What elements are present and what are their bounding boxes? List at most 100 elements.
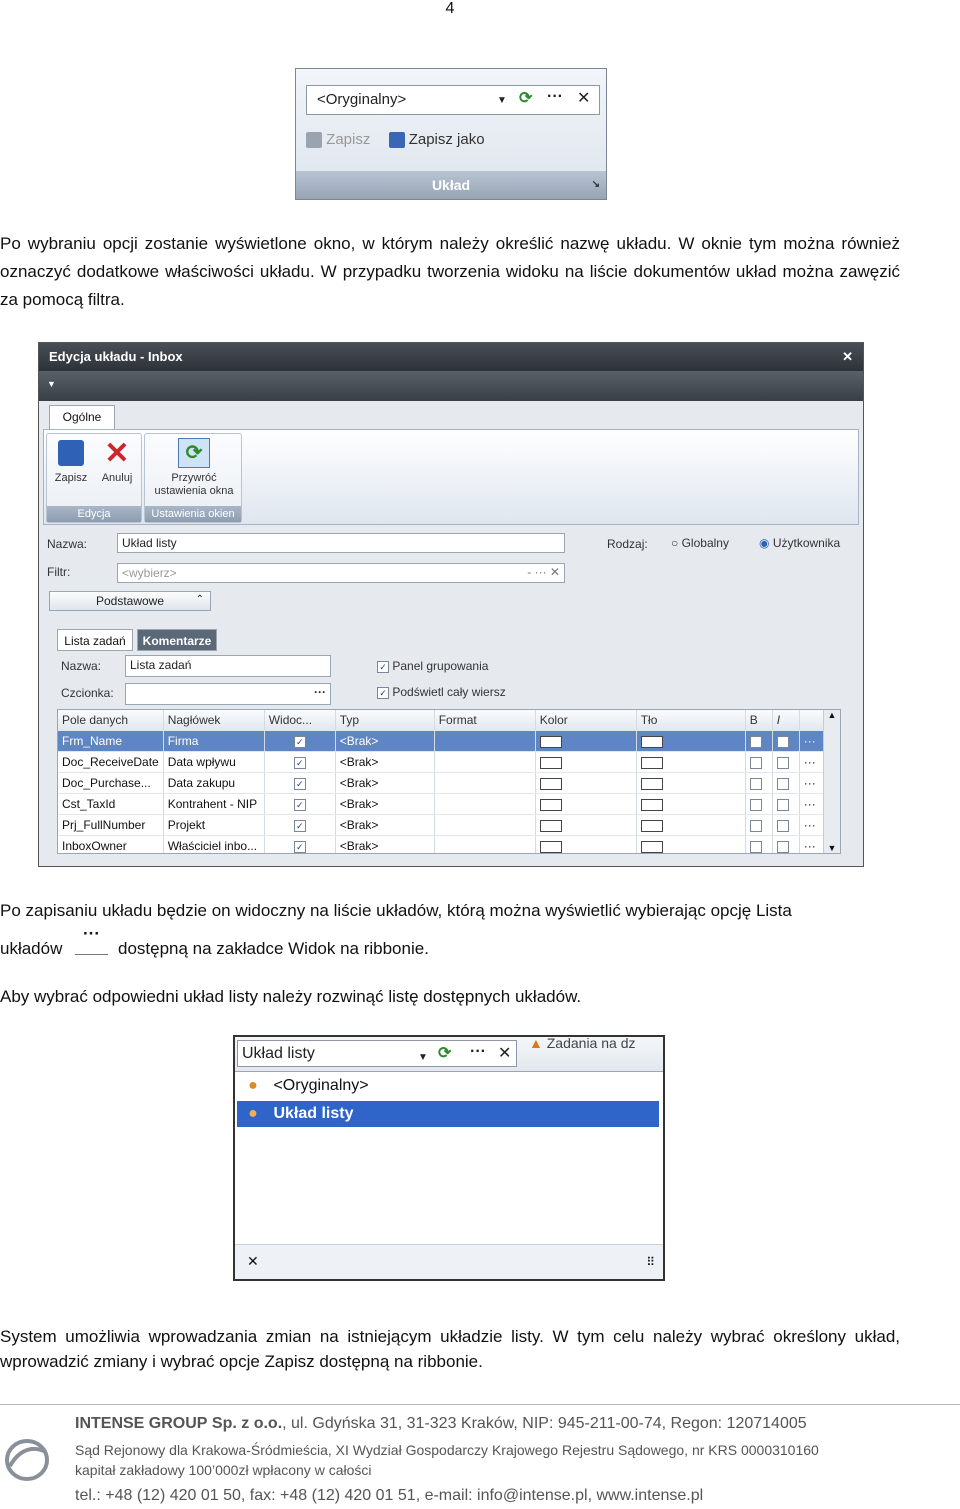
cell-type[interactable]: <Brak> xyxy=(335,835,435,853)
filter-actions-icon[interactable]: - ··· ✕ xyxy=(527,565,560,579)
cell-type[interactable]: <Brak> xyxy=(335,730,435,752)
col-header[interactable]: Widoc... xyxy=(264,710,336,731)
cell-format[interactable] xyxy=(434,772,536,794)
cell-background[interactable] xyxy=(636,793,746,815)
cell-more[interactable]: ··· xyxy=(799,751,825,773)
cell-background[interactable] xyxy=(636,730,746,752)
col-header[interactable]: Nagłówek xyxy=(163,710,265,731)
cell-bold[interactable] xyxy=(745,730,773,752)
close-icon[interactable]: ✕ xyxy=(247,1253,259,1270)
refresh-icon[interactable]: ⟳ xyxy=(438,1046,451,1062)
table-row[interactable]: Doc_Purchase... Data zakupu ✓ <Brak> ··· xyxy=(58,772,825,794)
col-header[interactable]: Format xyxy=(434,710,536,731)
cell-bold[interactable] xyxy=(745,814,773,836)
scroll-up-icon[interactable]: ▲ xyxy=(824,710,840,720)
cell-format[interactable] xyxy=(434,730,536,752)
more-icon[interactable]: ··· xyxy=(547,89,563,105)
cell-header[interactable]: Projekt xyxy=(163,814,265,836)
cell-color[interactable] xyxy=(535,793,637,815)
cell-color[interactable] xyxy=(535,835,637,853)
cell-header[interactable]: Kontrahent - NIP xyxy=(163,793,265,815)
cell-italic[interactable] xyxy=(772,793,800,815)
more-icon[interactable]: ··· xyxy=(470,1044,486,1060)
resize-grip-icon[interactable]: ⠿ xyxy=(646,1255,655,1269)
col-header[interactable]: B xyxy=(745,710,773,731)
subtab-comments[interactable]: Komentarze xyxy=(137,629,217,651)
cell-visible[interactable]: ✓ xyxy=(264,814,336,836)
cell-bold[interactable] xyxy=(745,793,773,815)
kind-user-radio[interactable]: ◉ Użytkownika xyxy=(759,536,840,550)
cell-visible[interactable]: ✓ xyxy=(264,730,336,752)
cell-italic[interactable] xyxy=(772,730,800,752)
cell-background[interactable] xyxy=(636,772,746,794)
cell-background[interactable] xyxy=(636,835,746,853)
filter-input[interactable]: <wybierz> - ··· ✕ xyxy=(117,563,565,583)
cell-format[interactable] xyxy=(434,814,536,836)
table-row[interactable]: Doc_ReceiveDate Data wpływu ✓ <Brak> ··· xyxy=(58,751,825,773)
cell-format[interactable] xyxy=(434,793,536,815)
cell-color[interactable] xyxy=(535,751,637,773)
cell-bold[interactable] xyxy=(745,772,773,794)
close-icon[interactable]: ✕ xyxy=(577,91,590,107)
cell-visible[interactable]: ✓ xyxy=(264,772,336,794)
scroll-down-icon[interactable]: ▼ xyxy=(824,843,840,853)
cell-type[interactable]: <Brak> xyxy=(335,772,435,794)
cell-more[interactable]: ··· xyxy=(799,835,825,853)
dialog-launcher-icon[interactable]: ↘ xyxy=(592,171,600,199)
cell-visible[interactable]: ✓ xyxy=(264,751,336,773)
cell-header[interactable]: Data wpływu xyxy=(163,751,265,773)
chevron-down-icon[interactable]: ▼ xyxy=(497,93,507,109)
col-header[interactable]: Typ xyxy=(335,710,435,731)
refresh-icon[interactable]: ⟳ xyxy=(519,91,532,107)
table-row[interactable]: InboxOwner Właściciel inbo... ✓ <Brak> ·… xyxy=(58,835,825,853)
cancel-button[interactable]: ✕ Anuluj xyxy=(97,438,137,485)
cell-header[interactable]: Właściciel inbo... xyxy=(163,835,265,853)
cell-format[interactable] xyxy=(434,835,536,853)
table-row[interactable]: Prj_FullNumber Projekt ✓ <Brak> ··· xyxy=(58,814,825,836)
table-row[interactable]: Frm_Name Firma ✓ <Brak> ··· xyxy=(58,730,825,752)
sub-name-input[interactable]: Lista zadań xyxy=(125,655,331,677)
cell-visible[interactable]: ✓ xyxy=(264,793,336,815)
restore-window-button[interactable]: ⟳ Przywróć ustawienia okna xyxy=(147,438,241,498)
tab-general[interactable]: Ogólne xyxy=(49,405,115,429)
cell-type[interactable]: <Brak> xyxy=(335,793,435,815)
cell-header[interactable]: Firma xyxy=(163,730,265,752)
col-header[interactable]: I xyxy=(772,710,800,731)
cell-bold[interactable] xyxy=(745,751,773,773)
table-row[interactable]: Cst_TaxId Kontrahent - NIP ✓ <Brak> ··· xyxy=(58,793,825,815)
cell-more[interactable]: ··· xyxy=(799,772,825,794)
group-panel-checkbox[interactable]: ✓ Panel grupowania xyxy=(377,659,488,673)
cell-type[interactable]: <Brak> xyxy=(335,751,435,773)
list-item-selected[interactable]: ● Układ listy xyxy=(237,1101,659,1127)
kind-global-radio[interactable]: ○ Globalny xyxy=(671,536,729,550)
save-as-button[interactable]: Zapisz jako xyxy=(388,131,485,149)
menu-dropdown-icon[interactable]: ▼ xyxy=(47,379,56,389)
close-icon[interactable]: ✕ xyxy=(842,343,853,371)
cell-more[interactable]: ··· xyxy=(799,814,825,836)
col-header[interactable]: Tło xyxy=(636,710,746,731)
cell-background[interactable] xyxy=(636,814,746,836)
cell-background[interactable] xyxy=(636,751,746,773)
full-row-checkbox[interactable]: ✓ Podświetl cały wiersz xyxy=(377,685,506,699)
cell-italic[interactable] xyxy=(772,835,800,853)
save-button[interactable]: Zapisz xyxy=(53,438,89,485)
cell-more[interactable]: ··· xyxy=(799,730,825,752)
cell-format[interactable] xyxy=(434,751,536,773)
grid-scrollbar[interactable]: ▲ ▼ xyxy=(823,710,840,853)
cell-more[interactable]: ··· xyxy=(799,793,825,815)
subtab-tasks[interactable]: Lista zadań xyxy=(57,629,133,651)
layout-combo[interactable]: Układ listy ▼ ⟳ ··· ✕ xyxy=(237,1040,517,1067)
col-header[interactable]: Kolor xyxy=(535,710,637,731)
cell-italic[interactable] xyxy=(772,751,800,773)
cell-italic[interactable] xyxy=(772,814,800,836)
cell-color[interactable] xyxy=(535,730,637,752)
more-icon[interactable]: ··· xyxy=(314,685,326,699)
basic-toggle-button[interactable]: Podstawowe ⌃ xyxy=(49,591,211,611)
save-button[interactable]: Zapisz xyxy=(306,131,375,149)
col-header[interactable]: Pole danych xyxy=(58,710,164,731)
cell-bold[interactable] xyxy=(745,835,773,853)
cell-visible[interactable]: ✓ xyxy=(264,835,336,853)
close-icon[interactable]: ✕ xyxy=(498,1046,511,1062)
cell-italic[interactable] xyxy=(772,772,800,794)
chevron-down-icon[interactable]: ▼ xyxy=(418,1050,428,1066)
